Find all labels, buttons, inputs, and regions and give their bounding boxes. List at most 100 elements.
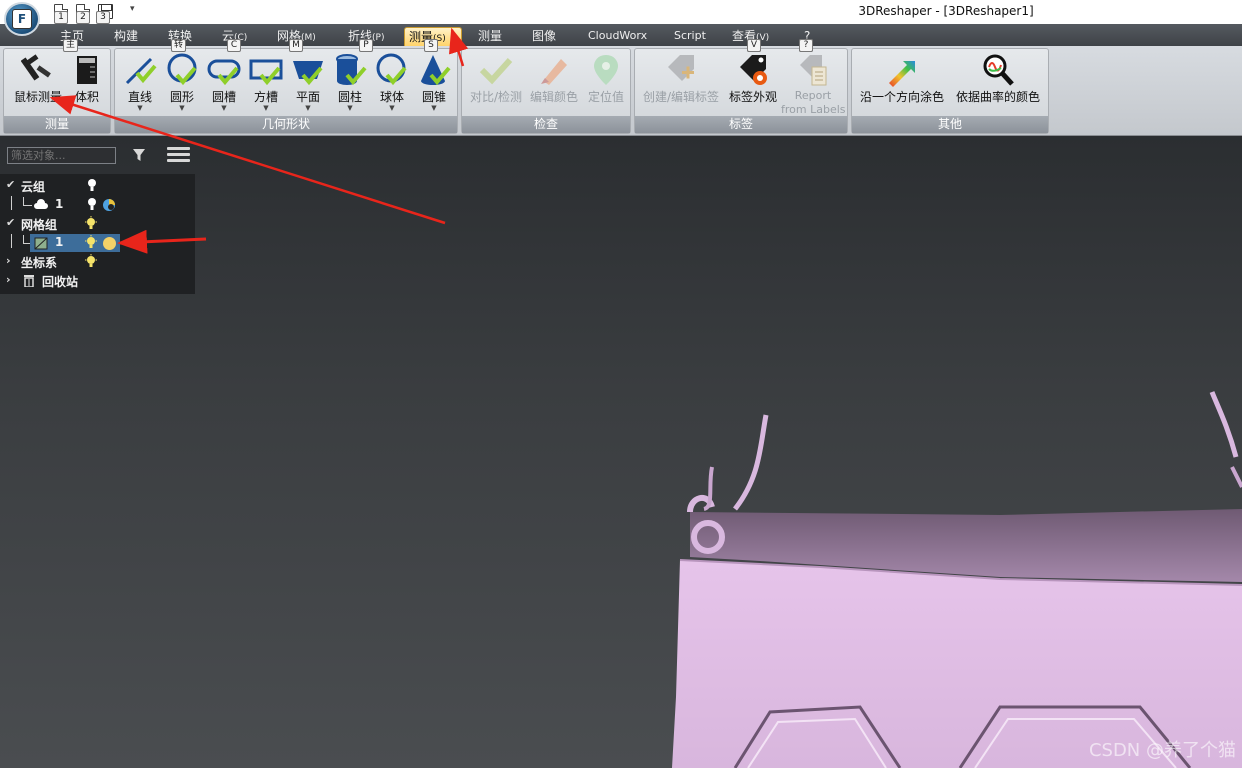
- mesh-icon: [34, 237, 48, 250]
- checkmark-gradient-icon: [479, 53, 513, 87]
- tree-item-coordinate-systems[interactable]: › 坐标系: [0, 253, 195, 271]
- caliper-icon: [20, 53, 55, 87]
- group-label: 标签: [635, 116, 847, 133]
- group-measure: 鼠标测量 体积 测量: [3, 48, 111, 134]
- group-inspect: 对比/检测 编辑颜色 定位值 检查: [461, 48, 631, 134]
- cone-icon: [417, 53, 451, 87]
- ribbon-tabs: 主页 主 构建 转换 转 云(C) C 网格(M) M 折线(P) P 测量(S…: [0, 24, 1242, 52]
- sphere-icon: [375, 53, 409, 87]
- location-pin-icon: [589, 53, 623, 87]
- group-geometry: 直线▼ 圆形▼ 圆槽▼ 方槽▼ 平面▼ 圆柱▼ 球体▼ 圆锥▼: [114, 48, 458, 134]
- keytip: S: [424, 39, 438, 52]
- lightbulb-on-icon[interactable]: [84, 216, 98, 230]
- chevron-down-icon: ▼: [221, 104, 227, 112]
- gradient-arrow-icon: [885, 53, 919, 87]
- lightbulb-icon[interactable]: [86, 197, 98, 211]
- lightbulb-on-icon[interactable]: [84, 235, 98, 249]
- keytip: 1: [54, 11, 68, 24]
- color-by-curvature-button[interactable]: 依据曲率的颜色: [950, 53, 1046, 104]
- lightbulb-on-icon[interactable]: [84, 254, 98, 268]
- chevron-down-icon: ▼: [347, 104, 353, 112]
- keytip: V: [747, 39, 761, 52]
- watermark: CSDN @养了个猫: [1088, 740, 1236, 761]
- magnifier-icon: [981, 53, 1015, 87]
- tree-item-mesh-1[interactable]: 1: [0, 234, 195, 252]
- chevron-down-icon: ▼: [137, 104, 143, 112]
- round-slot-icon: [207, 53, 241, 87]
- chevron-right-icon[interactable]: ›: [6, 273, 11, 286]
- app-menu-button[interactable]: F: [4, 2, 40, 36]
- chevron-down-icon: ▼: [179, 104, 185, 112]
- cloud-icon: [34, 199, 48, 209]
- line-button[interactable]: 直线 ▼: [119, 53, 161, 112]
- slot-button[interactable]: 圆槽 ▼: [203, 53, 245, 112]
- tab-cloudworx[interactable]: CloudWorx: [584, 27, 651, 46]
- keytip: M: [289, 39, 303, 52]
- chevron-down-icon: ▼: [431, 104, 437, 112]
- square-slot-icon: [249, 53, 283, 87]
- cylinder-icon: [333, 53, 367, 87]
- mouse-measure-button[interactable]: 鼠标测量: [8, 53, 68, 104]
- group-label: 测量: [4, 116, 110, 133]
- ribbon: 鼠标测量 体积 测量 直线 ▼ 圆形 ▼ 圆槽 ▼ 方槽 ▼ 平面 ▼ 圆柱 ▼…: [0, 39, 1242, 136]
- keytip: C: [227, 39, 241, 52]
- tag-add-icon: [664, 53, 698, 87]
- chevron-down-icon: ▼: [263, 104, 269, 112]
- 3d-viewport[interactable]: ✔ 云组 1 ✔ 网格组 1 › 坐标系: [0, 137, 1242, 768]
- pencil-icon: [537, 53, 571, 87]
- cone-button[interactable]: 圆锥 ▼: [413, 53, 455, 112]
- plane-icon: [291, 53, 325, 87]
- compare-inspect-button[interactable]: 对比/检测: [466, 53, 526, 104]
- lightbulb-icon[interactable]: [86, 178, 98, 192]
- tree-item-cloud-group[interactable]: ✔ 云组: [0, 177, 195, 195]
- chevron-down-icon: ▼: [389, 104, 395, 112]
- circle-button[interactable]: 圆形 ▼: [161, 53, 203, 112]
- tab-script[interactable]: Script: [670, 27, 710, 46]
- square-slot-button[interactable]: 方槽 ▼: [245, 53, 287, 112]
- hamburger-menu-icon[interactable]: [167, 145, 190, 165]
- trash-icon: [24, 275, 34, 287]
- circle-icon: [165, 53, 199, 87]
- window-title: 3DReshaper - [3DReshaper1]: [858, 4, 1034, 18]
- color-circle-icon[interactable]: [102, 236, 117, 251]
- keytip: 主: [63, 39, 79, 52]
- beaker-icon: [70, 53, 104, 87]
- tab-build[interactable]: 构建: [110, 27, 142, 46]
- keytip: P: [359, 39, 373, 52]
- keytip: 转: [171, 39, 187, 52]
- group-other: 沿一个方向涂色 依据曲率的颜色 其他: [851, 48, 1049, 134]
- locate-value-button[interactable]: 定位值: [584, 53, 628, 104]
- tree-item-mesh-group[interactable]: ✔ 网格组: [0, 215, 195, 233]
- tab-measure[interactable]: 测量: [474, 27, 506, 46]
- title-bar: F 1 2 3 ▾ 3DReshaper - [3DReshaper1]: [0, 0, 1242, 36]
- chevron-down-icon: ▼: [305, 104, 311, 112]
- line-icon: [123, 53, 157, 87]
- cylinder-button[interactable]: 圆柱 ▼: [329, 53, 371, 112]
- color-mode-icon[interactable]: [102, 198, 116, 212]
- filter-icon[interactable]: [132, 148, 146, 162]
- group-label: 检查: [462, 116, 630, 133]
- keytip: 2: [76, 11, 90, 24]
- edit-colors-button[interactable]: 编辑颜色: [526, 53, 582, 104]
- keytip: ?: [799, 39, 813, 52]
- group-label: 几何形状: [115, 116, 457, 133]
- paint-along-direction-button[interactable]: 沿一个方向涂色: [856, 53, 948, 104]
- object-tree: ✔ 云组 1 ✔ 网格组 1 › 坐标系 › 回收站: [0, 174, 195, 294]
- group-labels: 创建/编辑标签 标签外观 Report from Labels 标签: [634, 48, 848, 134]
- chevron-right-icon[interactable]: ›: [6, 254, 11, 267]
- app-logo-icon: F: [12, 9, 32, 29]
- plane-button[interactable]: 平面 ▼: [287, 53, 329, 112]
- tree-item-recycle-bin[interactable]: › 回收站: [0, 272, 195, 290]
- create-edit-label-button[interactable]: 创建/编辑标签: [639, 53, 723, 104]
- group-label: 其他: [852, 116, 1048, 133]
- tag-gear-icon: [736, 53, 770, 87]
- sphere-button[interactable]: 球体 ▼: [371, 53, 413, 112]
- volume-button[interactable]: 体积: [68, 53, 106, 104]
- chevron-down-icon[interactable]: ✔: [6, 216, 15, 229]
- tree-item-cloud-1[interactable]: 1: [0, 196, 195, 214]
- tab-image[interactable]: 图像: [528, 27, 560, 46]
- label-appearance-button[interactable]: 标签外观: [725, 53, 781, 104]
- filter-objects-input[interactable]: [7, 147, 116, 164]
- report-from-labels-button[interactable]: Report from Labels: [781, 53, 846, 117]
- chevron-down-icon[interactable]: ✔: [6, 178, 15, 191]
